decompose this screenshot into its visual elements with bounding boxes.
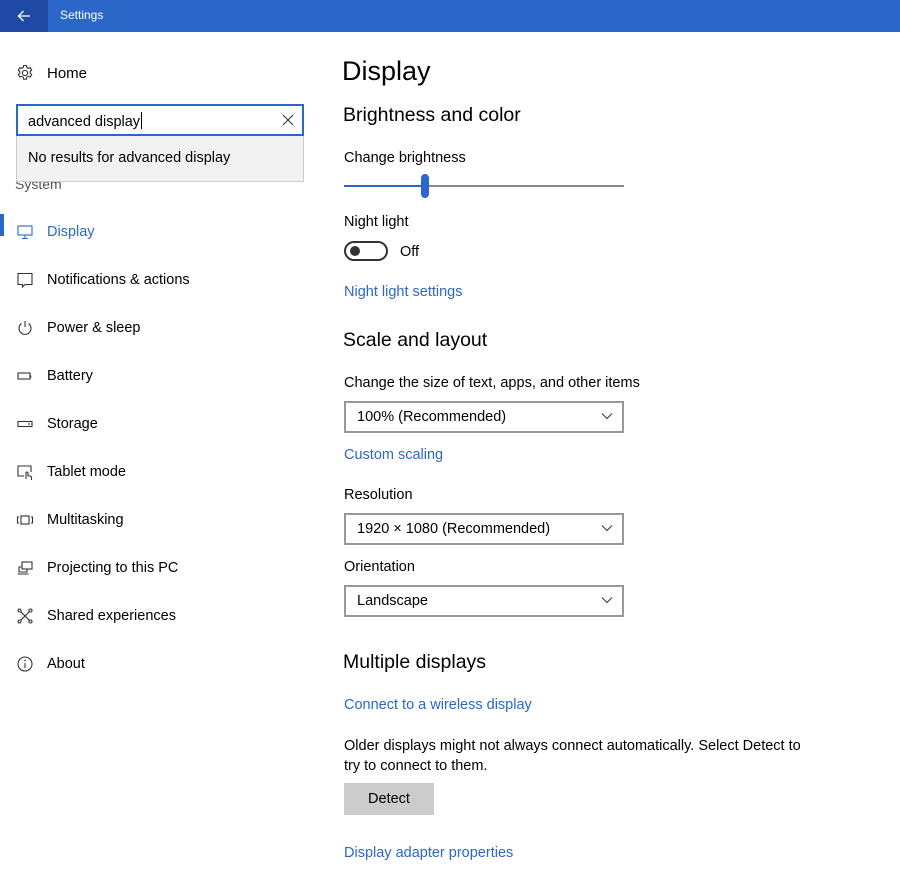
page-title: Display (342, 56, 431, 86)
scale-dropdown-value: 100% (Recommended) (357, 409, 507, 425)
gear-icon (16, 64, 34, 82)
connect-wireless-display-link[interactable]: Connect to a wireless display (344, 697, 532, 713)
sidebar-item-tablet-mode[interactable]: Tablet mode (0, 448, 320, 496)
storage-drive-icon (16, 415, 34, 433)
custom-scaling-link[interactable]: Custom scaling (344, 447, 443, 463)
sidebar-nav: Display Notifications & actions Power & … (0, 208, 320, 688)
resolution-dropdown-value: 1920 × 1080 (Recommended) (357, 521, 551, 537)
sidebar-home[interactable]: Home (16, 62, 87, 84)
resolution-dropdown[interactable]: 1920 × 1080 (Recommended) (344, 513, 624, 545)
search-results-dropdown: No results for advanced display (16, 136, 304, 182)
active-indicator (0, 214, 4, 236)
orientation-dropdown[interactable]: Landscape (344, 585, 624, 617)
orientation-dropdown-value: Landscape (357, 593, 428, 609)
orientation-label: Orientation (344, 559, 415, 575)
speech-bubble-icon (16, 271, 34, 289)
scale-layout-heading: Scale and layout (343, 329, 488, 351)
brightness-slider[interactable] (344, 174, 624, 198)
sidebar-item-power-sleep[interactable]: Power & sleep (0, 304, 320, 352)
detect-description: Older displays might not always connect … (344, 738, 801, 774)
back-button[interactable] (0, 0, 48, 32)
sidebar-item-multitasking[interactable]: Multitasking (0, 496, 320, 544)
sidebar-item-projecting[interactable]: Projecting to this PC (0, 544, 320, 592)
power-icon (16, 319, 34, 337)
battery-icon (16, 367, 34, 385)
window-title: Settings (60, 8, 104, 22)
slider-fill (344, 185, 426, 187)
text-caret (141, 112, 143, 129)
sidebar-item-label: Notifications & actions (47, 272, 190, 288)
sidebar-item-label: About (47, 656, 85, 672)
title-bar: Settings (0, 0, 900, 32)
sidebar-item-label: Storage (47, 416, 98, 432)
resolution-label: Resolution (344, 487, 413, 503)
multiple-displays-heading: Multiple displays (343, 651, 487, 673)
sidebar-item-notifications[interactable]: Notifications & actions (0, 256, 320, 304)
scale-label: Change the size of text, apps, and other… (344, 375, 640, 391)
sidebar-item-label: Projecting to this PC (47, 560, 179, 576)
brightness-heading: Brightness and color (343, 104, 521, 126)
search-input[interactable]: advanced display (16, 104, 304, 136)
sidebar-item-about[interactable]: About (0, 640, 320, 688)
sidebar-item-display[interactable]: Display (0, 208, 320, 256)
sidebar-item-label: Display (47, 224, 95, 240)
scale-dropdown[interactable]: 100% (Recommended) (344, 401, 624, 433)
sidebar-item-label: Shared experiences (47, 608, 176, 624)
toggle-knob (350, 246, 360, 256)
projecting-icon (16, 559, 34, 577)
shared-experiences-icon (16, 607, 34, 625)
multitasking-icon (16, 511, 34, 529)
chevron-down-icon (601, 596, 613, 604)
display-adapter-properties-link[interactable]: Display adapter properties (344, 845, 513, 861)
sidebar-item-shared-experiences[interactable]: Shared experiences (0, 592, 320, 640)
info-icon (16, 655, 34, 673)
tablet-touch-icon (16, 463, 34, 481)
sidebar-item-label: Battery (47, 368, 93, 384)
close-icon[interactable] (281, 113, 295, 127)
search-input-value[interactable]: advanced display (28, 112, 143, 130)
night-light-state: Off (400, 244, 420, 260)
sidebar-item-storage[interactable]: Storage (0, 400, 320, 448)
chevron-down-icon (601, 524, 613, 532)
sidebar-home-label: Home (47, 64, 88, 82)
sidebar-item-label: Multitasking (47, 512, 124, 528)
sidebar-item-label: Power & sleep (47, 320, 141, 336)
monitor-icon (16, 223, 34, 241)
night-light-toggle[interactable] (344, 241, 388, 261)
sidebar-item-label: Tablet mode (47, 464, 126, 480)
night-light-label: Night light (344, 214, 409, 230)
no-results-message: No results for advanced display (28, 150, 231, 166)
night-light-settings-link[interactable]: Night light settings (344, 284, 462, 300)
slider-thumb[interactable] (421, 174, 430, 198)
sidebar-item-battery[interactable]: Battery (0, 352, 320, 400)
detect-button[interactable]: Detect (344, 783, 434, 815)
arrow-left-icon (17, 10, 30, 22)
brightness-label: Change brightness (344, 150, 466, 166)
chevron-down-icon (601, 412, 613, 420)
